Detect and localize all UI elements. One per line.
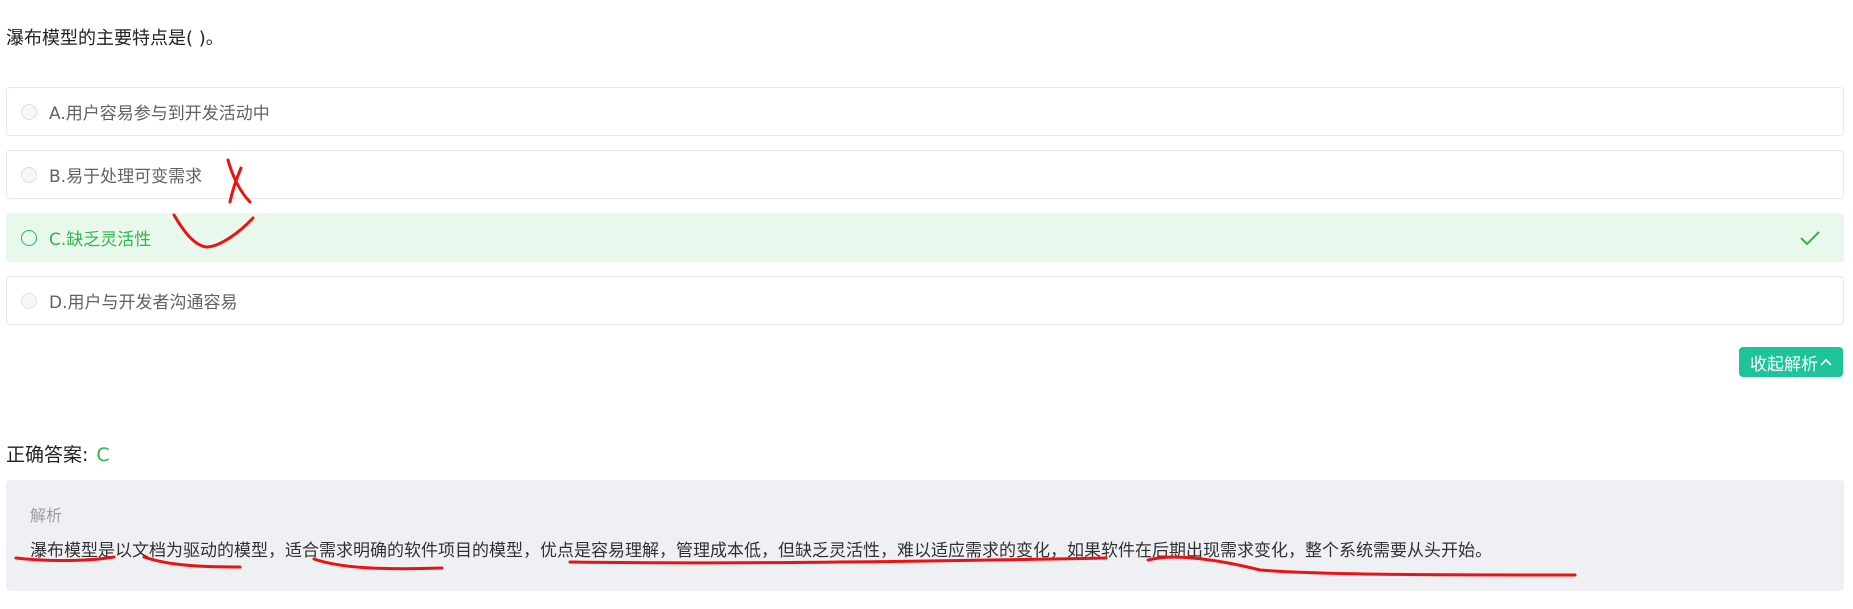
check-icon [1800,230,1820,245]
analysis-text: 瀑布模型是以文档为驱动的模型，适合需求明确的软件项目的模型，优点是容易理解，管理… [30,541,1492,561]
analysis-panel: 解析 瀑布模型是以文档为驱动的模型，适合需求明确的软件项目的模型，优点是容易理解… [6,480,1844,591]
collapse-analysis-button[interactable]: 收起解析 [1739,347,1843,377]
option-label: C.缺乏灵活性 [49,230,152,250]
collapse-analysis-label: 收起解析 [1750,354,1818,375]
option-label: B.易于处理可变需求 [49,167,203,187]
radio-icon[interactable] [21,292,37,309]
radio-icon[interactable] [21,229,37,246]
question-text: 瀑布模型的主要特点是( )。 [6,28,224,49]
correct-answer-label: 正确答案: [6,444,89,466]
radio-icon[interactable] [21,166,37,183]
analysis-title: 解析 [30,506,63,525]
option-b[interactable]: B.易于处理可变需求 [6,150,1844,199]
correct-answer: 正确答案: C [6,440,110,467]
option-label: A.用户容易参与到开发活动中 [49,104,270,124]
option-d[interactable]: D.用户与开发者沟通容易 [6,276,1844,325]
option-a[interactable]: A.用户容易参与到开发活动中 [6,87,1844,136]
option-c[interactable]: C.缺乏灵活性 [6,213,1844,262]
option-label: D.用户与开发者沟通容易 [49,293,238,313]
radio-icon[interactable] [21,103,37,120]
correct-answer-value: C [96,444,110,466]
chevron-up-icon [1820,358,1832,366]
